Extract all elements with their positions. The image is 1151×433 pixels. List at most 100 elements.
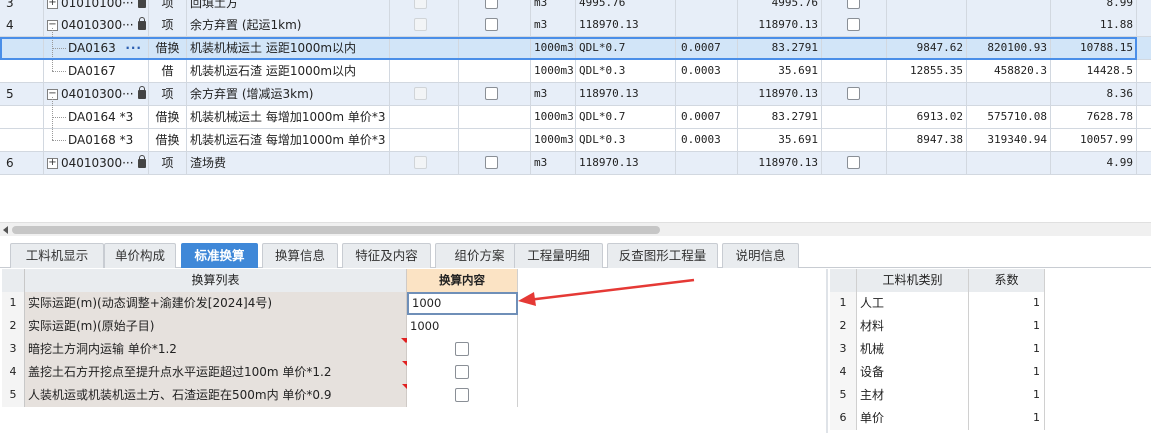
table-row-selected[interactable]: DA0163 ··· 借换 机装机械运土 运距1000m以内 1000m3 QD… [0, 37, 1151, 60]
item-name[interactable]: 机装机运石渣 运距1000m以内 [187, 60, 390, 82]
unit-price: 12855.35 [887, 60, 967, 82]
table-row[interactable]: 4 −04010300··· 项 余方弃置 (起运1km) m3 118970.… [0, 14, 1151, 37]
table-row[interactable]: 1 实际运距(m)(动态调整+渝建价发[2024]4号) 1000 [2, 292, 518, 315]
table-row[interactable]: 5 主材 1 [830, 384, 1045, 407]
table-row[interactable]: 6 单价 1 [830, 407, 1045, 430]
checkbox[interactable] [485, 156, 498, 169]
table-row[interactable]: 2 实际运距(m)(原始子目) 1000 [2, 315, 518, 338]
checkbox[interactable] [847, 87, 860, 100]
table-row[interactable]: 6 +04010300··· 项 渣场费 m3 118970.13 118970… [0, 152, 1151, 175]
scrollbar-thumb[interactable] [12, 226, 660, 234]
tab-material-machine[interactable]: 工料机显示 [10, 243, 104, 268]
total-price: 575710.08 [967, 106, 1051, 128]
checkbox[interactable] [414, 156, 427, 169]
unit-price: 8947.38 [887, 129, 967, 151]
coefficient-input[interactable]: 1 [969, 338, 1045, 361]
quantity-expression[interactable]: 118970.13 [576, 14, 676, 36]
tab-conversion-info[interactable]: 换算信息 [262, 243, 338, 268]
quantity-expression[interactable]: 118970.13 [576, 83, 676, 105]
actual-distance-input[interactable]: 1000 [407, 292, 518, 315]
checkbox[interactable] [414, 87, 427, 100]
table-row[interactable]: 3 暗挖土方洞内运输 单价*1.2 [2, 338, 518, 361]
table-row[interactable]: 4 盖挖土石方开挖点至提升点水平运距超过100m 单价*1.2 [2, 361, 518, 384]
tab-standard-conversion[interactable]: 标准换算 [181, 243, 258, 268]
checkbox[interactable] [414, 18, 427, 31]
item-code: 04010300··· [61, 18, 134, 32]
panel-divider[interactable] [826, 269, 828, 433]
checkbox[interactable] [847, 156, 860, 169]
comment-marker [402, 338, 407, 343]
tab-description[interactable]: 说明信息 [722, 243, 799, 268]
item-code: 04010300··· [61, 156, 134, 170]
item-unit: 1000m3 [531, 106, 576, 128]
checkbox[interactable] [414, 0, 427, 9]
table-row[interactable]: 2 材料 1 [830, 315, 1045, 338]
table-row[interactable]: 5 人装机运或机装机运土方、石渣运距在500m内 单价*0.9 [2, 384, 518, 407]
conversion-checkbox[interactable] [455, 342, 469, 356]
item-name[interactable]: 渣场费 [187, 152, 390, 174]
quantity-expression[interactable]: QDL*0.3 [576, 129, 676, 151]
conversion-checkbox[interactable] [455, 365, 469, 379]
scroll-left-icon[interactable] [3, 226, 8, 234]
arrow-head [518, 292, 536, 306]
checkbox[interactable] [485, 87, 498, 100]
tab-features-content[interactable]: 特征及内容 [342, 243, 431, 268]
item-unit: m3 [531, 83, 576, 105]
table-row[interactable]: 3 +01010100··· 项 回填土方 m3 4995.76 4995.76… [0, 0, 1151, 15]
table-row[interactable]: 5 −04010300··· 项 余方弃置 (增减运3km) m3 118970… [0, 83, 1151, 106]
content: 0.0003 [676, 60, 738, 82]
conversion-checkbox[interactable] [455, 388, 469, 402]
total-price: 820100.93 [967, 37, 1051, 59]
tree-line [52, 117, 66, 118]
row-index: 1 [830, 292, 857, 315]
table-row[interactable]: 3 机械 1 [830, 338, 1045, 361]
item-code: 04010300··· [61, 87, 134, 101]
expand-icon[interactable]: + [47, 0, 58, 9]
table-row[interactable]: 4 设备 1 [830, 361, 1045, 384]
item-type: 借换 [149, 129, 187, 151]
expand-icon[interactable]: + [47, 158, 58, 169]
checkbox[interactable] [485, 0, 498, 9]
item-name[interactable]: 余方弃置 (增减运3km) [187, 83, 390, 105]
quantity-expression[interactable]: QDL*0.3 [576, 60, 676, 82]
comment-marker [402, 384, 407, 389]
table-row[interactable]: DA0168 *3 借换 机装机运石渣 每增加1000m 单价*3 1000m3… [0, 129, 1151, 152]
horizontal-scrollbar[interactable] [0, 222, 1151, 236]
row-index: 5 [830, 384, 857, 407]
quantity-expression[interactable]: 4995.76 [576, 0, 676, 14]
table-row[interactable]: DA0164 *3 借换 机装机械运土 每增加1000m 单价*3 1000m3… [0, 106, 1151, 129]
tree-line [52, 140, 66, 141]
item-name[interactable]: 机装机械运土 每增加1000m 单价*3 [187, 106, 390, 128]
category-name: 机械 [857, 338, 969, 361]
checkbox[interactable] [485, 18, 498, 31]
checkbox[interactable] [847, 18, 860, 31]
item-name[interactable]: 回填土方 [187, 0, 390, 14]
lock-icon [137, 17, 146, 30]
row-index: 5 [2, 384, 25, 407]
more-options-button[interactable]: ··· [125, 37, 142, 59]
tree-line [52, 48, 66, 49]
coefficient-input[interactable]: 1 [969, 407, 1045, 430]
table-row[interactable]: DA0167 借 机装机运石渣 运距1000m以内 1000m3 QDL*0.3… [0, 60, 1151, 83]
tab-pricing-scheme[interactable]: 组价方案 [435, 243, 524, 268]
item-name[interactable]: 余方弃置 (起运1km) [187, 14, 390, 36]
item-unit: 1000m3 [531, 129, 576, 151]
quantity-expression[interactable]: 118970.13 [576, 152, 676, 174]
original-distance-input[interactable]: 1000 [407, 315, 518, 338]
coefficient-input[interactable]: 1 [969, 384, 1045, 407]
total-price [967, 0, 1051, 14]
content [676, 83, 738, 105]
checkbox[interactable] [847, 0, 860, 9]
table-row[interactable]: 1 人工 1 [830, 292, 1045, 315]
tab-quantity-detail[interactable]: 工程量明细 [514, 243, 603, 268]
coefficient-input[interactable]: 1 [969, 292, 1045, 315]
item-name[interactable]: 机装机运石渣 每增加1000m 单价*3 [187, 129, 390, 151]
quantity-expression[interactable]: QDL*0.7 [576, 106, 676, 128]
item-name[interactable]: 机装机械运土 运距1000m以内 [187, 37, 390, 59]
quantity-expression[interactable]: QDL*0.7 [576, 37, 676, 59]
tab-reverse-graphic-quantity[interactable]: 反查图形工程量 [607, 243, 718, 268]
coefficient-input[interactable]: 1 [969, 315, 1045, 338]
item-type: 借换 [149, 106, 187, 128]
coefficient-input[interactable]: 1 [969, 361, 1045, 384]
tab-unit-price-composition[interactable]: 单价构成 [104, 243, 176, 268]
